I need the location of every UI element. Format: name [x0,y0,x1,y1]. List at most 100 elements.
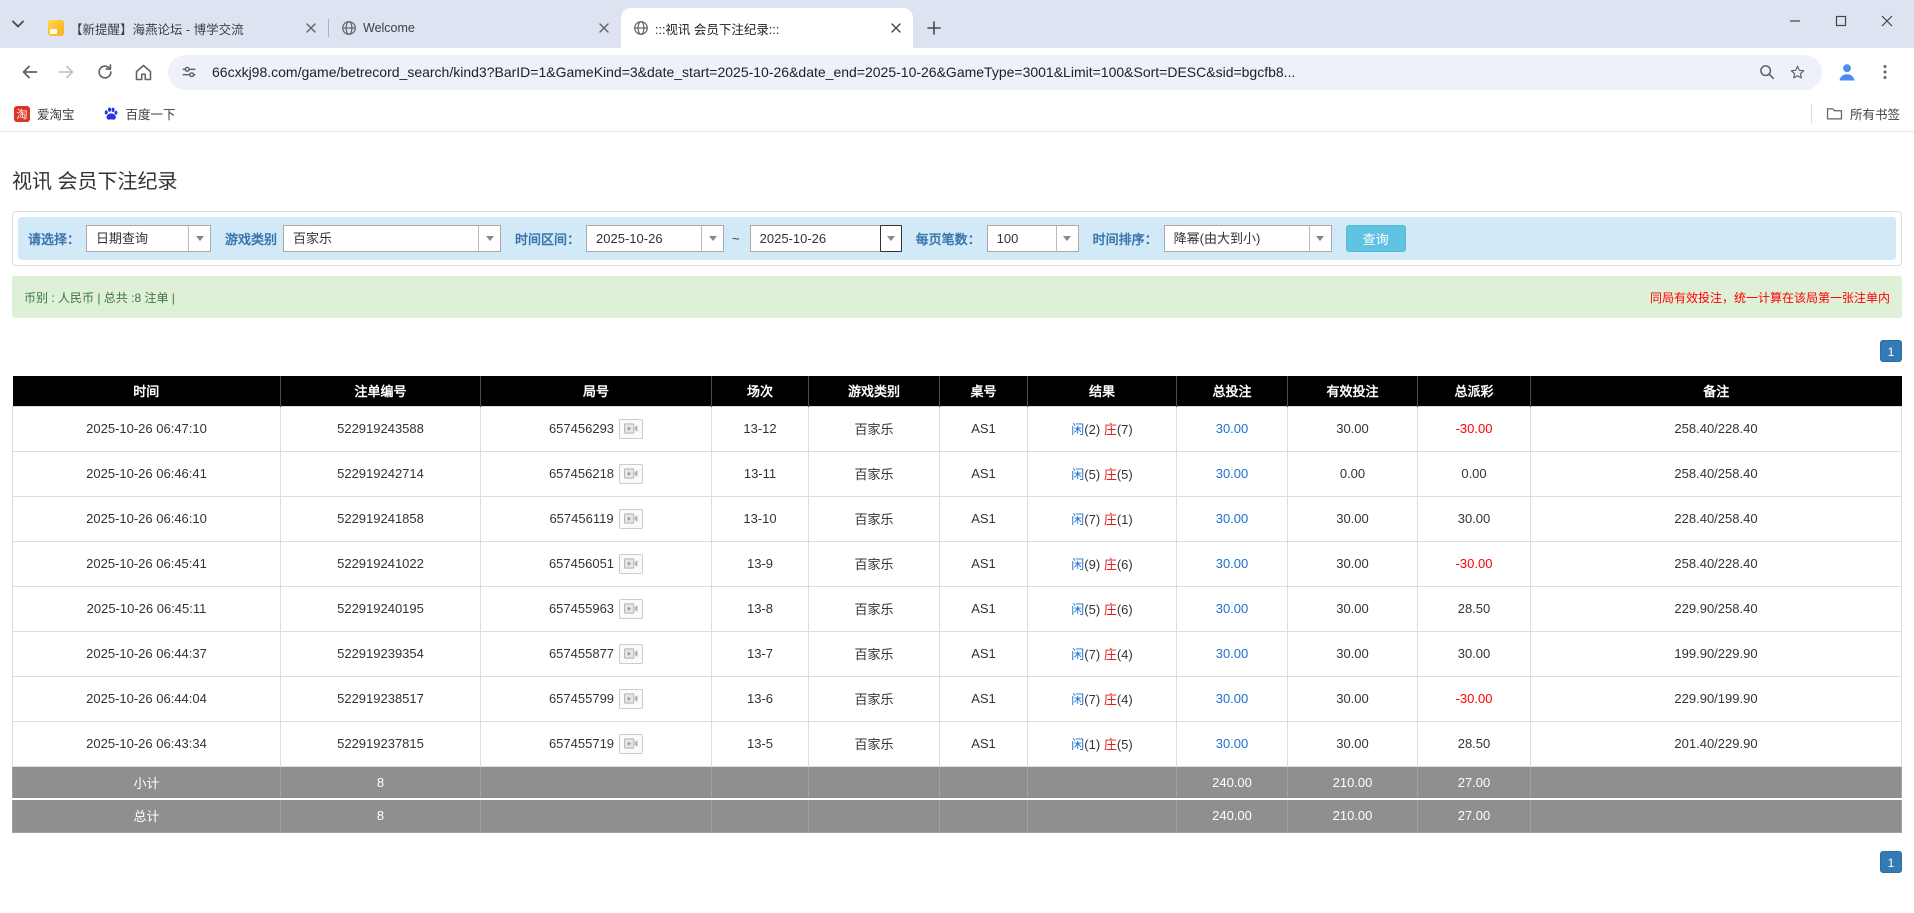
total-bet-link[interactable]: 30.00 [1216,556,1249,571]
summary-cell [1028,766,1177,799]
new-tab-button[interactable] [919,13,949,43]
payout-cell: -30.00 [1418,541,1531,586]
menu-dots-icon[interactable] [1866,53,1904,91]
payout-cell: 30.00 [1418,496,1531,541]
result-cell: 闲(9) 庄(6) [1028,541,1177,586]
query-type-label: 请选择： [28,229,80,248]
reload-icon[interactable] [86,53,124,91]
summary-cell: 27.00 [1418,799,1531,832]
payout-value: 30.00 [1458,511,1491,526]
tab-welcome[interactable]: Welcome [329,8,621,48]
remark-cell: 201.40/229.90 [1531,721,1902,766]
table-cell: AS1 [940,586,1028,631]
total-bet-link[interactable]: 30.00 [1216,736,1249,751]
summary-cell: 总计 [13,799,281,832]
bookmark-taobao[interactable]: 淘 爱淘宝 [14,104,75,123]
table-row: 2025-10-26 06:45:11522919240195657455963… [13,586,1902,631]
table-row: 2025-10-26 06:44:04522919238517657455799… [13,676,1902,721]
round-cell: 657455719 [481,721,712,766]
per-page-label: 每页笔数： [916,229,981,248]
valid-bet-cell: 30.00 [1288,586,1418,631]
query-button[interactable]: 查询 [1346,225,1406,252]
bookmark-star-icon[interactable] [1782,57,1812,87]
video-replay-icon[interactable] [619,554,643,574]
banker-result: 庄 [1104,467,1117,482]
total-bet-cell: 30.00 [1177,406,1288,451]
query-type-select[interactable]: 日期查询 [86,225,211,252]
video-replay-icon[interactable] [619,644,643,664]
profile-avatar[interactable] [1828,53,1866,91]
summary-cell [712,766,809,799]
tab-forum[interactable]: 【新提醒】海燕论坛 - 博学交流 [36,8,328,48]
column-header: 总派彩 [1418,376,1531,406]
all-bookmarks[interactable]: 所有书签 [1811,104,1900,124]
pagination-bottom: 1 [12,851,1902,873]
video-replay-icon[interactable] [619,599,643,619]
forward-icon[interactable] [48,53,86,91]
valid-bet-cell: 30.00 [1288,496,1418,541]
close-tab-icon[interactable] [302,19,320,37]
remark-cell: 258.40/228.40 [1531,406,1902,451]
total-bet-link[interactable]: 30.00 [1216,691,1249,706]
chevron-down-icon[interactable] [1309,226,1331,251]
session-cell: 13-6 [712,676,809,721]
browser-toolbar: 66cxkj98.com/game/betrecord_search/kind3… [0,48,1914,96]
bookmark-label: 百度一下 [126,104,176,123]
result-cell: 闲(7) 庄(4) [1028,631,1177,676]
game-cell: 百家乐 [809,631,940,676]
session-cell: 13-10 [712,496,809,541]
tab-title: 【新提醒】海燕论坛 - 博学交流 [70,19,296,38]
bookmark-baidu[interactable]: 百度一下 [103,104,176,123]
maximize-button[interactable] [1818,0,1864,42]
game-cell: 百家乐 [809,496,940,541]
per-page-select[interactable]: 100 [987,225,1079,252]
round-cell: 657455877 [481,631,712,676]
total-bet-link[interactable]: 30.00 [1216,511,1249,526]
video-replay-icon[interactable] [619,734,643,754]
video-replay-icon[interactable] [619,419,643,439]
table-cell: AS1 [940,721,1028,766]
chevron-down-icon[interactable] [880,225,902,252]
chevron-down-icon[interactable] [701,226,723,251]
page-1-button[interactable]: 1 [1880,851,1902,873]
time-cell: 2025-10-26 06:44:37 [13,631,281,676]
video-replay-icon[interactable] [619,689,643,709]
summary-cell [1531,799,1902,832]
column-header: 结果 [1028,376,1177,406]
chevron-down-icon[interactable] [478,226,500,251]
session-cell: 13-5 [712,721,809,766]
total-bet-link[interactable]: 30.00 [1216,601,1249,616]
summary-cell [1028,799,1177,832]
chevron-down-icon[interactable] [0,0,36,48]
payout-cell: 28.50 [1418,586,1531,631]
round-cell: 657456293 [481,406,712,451]
sort-select[interactable]: 降幂(由大到小) [1164,225,1332,252]
total-bet-link[interactable]: 30.00 [1216,646,1249,661]
total-bet-link[interactable]: 30.00 [1216,421,1249,436]
close-window-button[interactable] [1864,0,1910,42]
game-type-select[interactable]: 百家乐 [283,225,501,252]
date-range-label: 时间区间： [515,229,580,248]
video-replay-icon[interactable] [619,464,643,484]
remark-cell: 229.90/258.40 [1531,586,1902,631]
date-start-select[interactable]: 2025-10-26 [586,225,724,252]
chevron-down-icon[interactable] [1056,226,1078,251]
total-bet-cell: 30.00 [1177,496,1288,541]
zoom-page-icon[interactable] [1752,57,1782,87]
date-end-select[interactable]: 2025-10-26 [750,225,902,252]
column-header: 场次 [712,376,809,406]
table-cell: AS1 [940,451,1028,496]
site-info-icon[interactable] [180,63,206,81]
home-icon[interactable] [124,53,162,91]
close-tab-icon[interactable] [595,19,613,37]
close-tab-icon[interactable] [887,19,905,37]
tab-bet-record[interactable]: :::视讯 会员下注纪录::: [621,8,913,48]
url-text[interactable]: 66cxkj98.com/game/betrecord_search/kind3… [212,64,1752,80]
video-replay-icon[interactable] [619,509,643,529]
total-bet-link[interactable]: 30.00 [1216,466,1249,481]
chevron-down-icon[interactable] [188,226,210,251]
page-1-button[interactable]: 1 [1880,340,1902,362]
back-icon[interactable] [10,53,48,91]
minimize-button[interactable] [1772,0,1818,42]
address-bar[interactable]: 66cxkj98.com/game/betrecord_search/kind3… [168,55,1822,90]
